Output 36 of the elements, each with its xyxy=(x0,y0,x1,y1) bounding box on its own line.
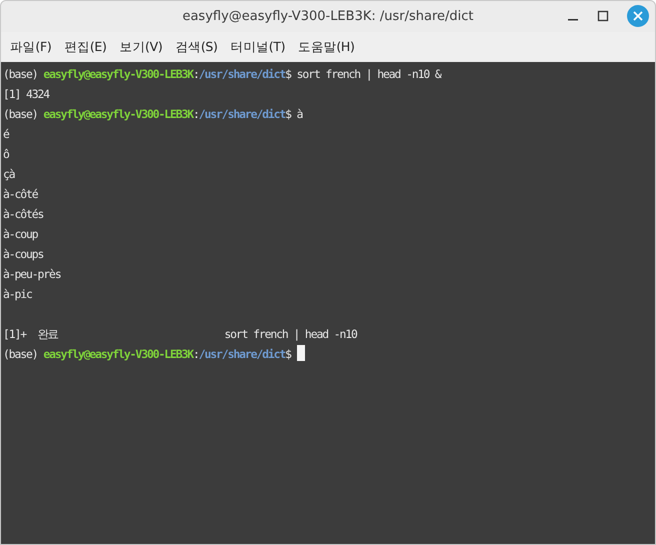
terminal-text: : xyxy=(193,347,199,361)
terminal-text: [1]+ 완료 sort french | head -n10 xyxy=(3,327,357,341)
prompt-path: /usr/share/dict xyxy=(198,67,286,81)
maximize-icon[interactable] xyxy=(597,10,609,22)
prompt-path: /usr/share/dict xyxy=(198,107,286,121)
prompt-user: easyfly@easyfly-V300-LEB3K xyxy=(43,347,194,361)
terminal-text: à-coups xyxy=(3,247,44,261)
terminal-text: : xyxy=(193,67,199,81)
terminal-text: à-pic xyxy=(3,287,32,301)
terminal-text: é xyxy=(3,127,9,141)
terminal-text: çà xyxy=(3,167,15,181)
terminal-text: à-coup xyxy=(3,227,38,241)
window-title: easyfly@easyfly-V300-LEB3K: /usr/share/dict xyxy=(182,9,474,24)
menu-item[interactable]: 파일(F) xyxy=(10,38,52,56)
menu-item[interactable]: 도움말(H) xyxy=(298,38,355,56)
terminal-text: : xyxy=(193,107,199,121)
menu-item[interactable]: 보기(V) xyxy=(120,38,162,56)
terminal-text: ô xyxy=(3,147,9,161)
terminal-text: [1] 4324 xyxy=(3,87,50,101)
prompt-user: easyfly@easyfly-V300-LEB3K xyxy=(43,107,194,121)
terminal-text: à-côté xyxy=(3,187,38,201)
text-cursor xyxy=(296,345,305,361)
prompt-user: easyfly@easyfly-V300-LEB3K xyxy=(43,67,194,81)
terminal-text: (base) xyxy=(3,67,39,81)
close-icon[interactable] xyxy=(627,5,649,27)
terminal-text: $ xyxy=(285,347,292,361)
menu-item[interactable]: 편집(E) xyxy=(64,38,107,56)
terminal-text: (base) xyxy=(3,347,39,361)
prompt-path: /usr/share/dict xyxy=(198,347,286,361)
terminal-text: $ à xyxy=(285,107,302,121)
terminal-text: (base) xyxy=(3,107,39,121)
terminal-text: à-côtés xyxy=(3,207,44,221)
menu-item[interactable]: 검색(S) xyxy=(175,38,218,56)
terminal-text: $ sort french | head -n10 & xyxy=(285,67,441,81)
terminal-text: à-peu-près xyxy=(3,267,61,281)
menu-item[interactable]: 터미널(T) xyxy=(230,38,286,56)
